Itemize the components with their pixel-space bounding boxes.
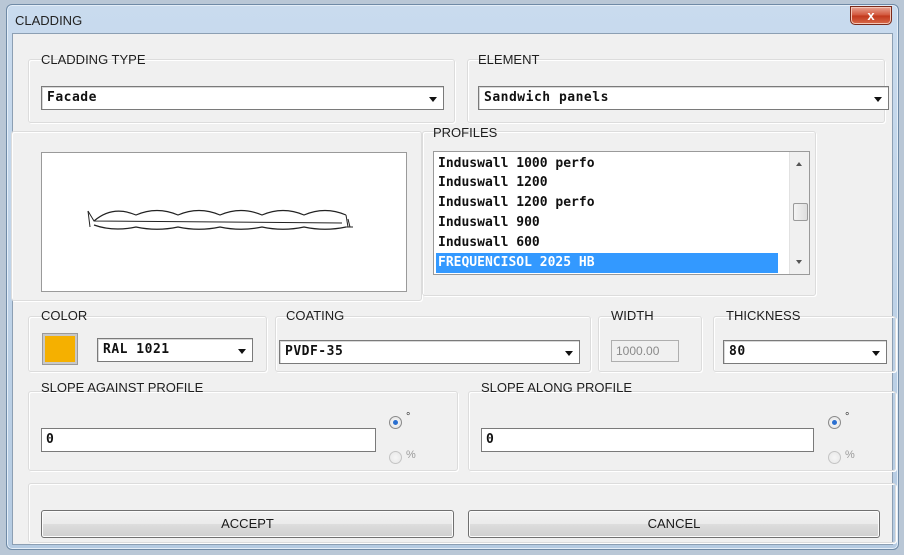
thickness-select[interactable]: 80 [723, 340, 887, 364]
thickness-value: 80 [729, 344, 746, 359]
color-swatch[interactable] [42, 333, 78, 365]
cladding-dialog: CLADDING x CLADDING TYPE Facade ELEMENT … [6, 4, 899, 550]
cladding-type-value: Facade [47, 90, 97, 105]
element-label: ELEMENT [478, 52, 540, 67]
slope-along-input[interactable]: 0 [481, 428, 814, 452]
element-value: Sandwich panels [484, 90, 609, 105]
list-item[interactable]: Induswall 900 [436, 213, 778, 233]
close-button[interactable]: x [850, 6, 892, 25]
accept-button[interactable]: ACCEPT [41, 510, 454, 538]
chevron-down-icon [238, 349, 246, 354]
slope-along-label: SLOPE ALONG PROFILE [481, 380, 632, 395]
profile-section-drawing [87, 209, 353, 230]
slope-against-value: 0 [46, 432, 54, 447]
slope-against-percent-label: % [406, 449, 416, 461]
list-item[interactable]: Induswall 1200 perfo [436, 193, 778, 213]
color-label: COLOR [41, 308, 88, 323]
list-item-selected[interactable]: FREQUENCISOL 2025 HB [436, 253, 778, 273]
slope-against-degree-label: ° [406, 411, 411, 423]
coating-value: PVDF-35 [285, 344, 344, 359]
list-item[interactable]: Induswall 1000 perfo [436, 154, 778, 174]
title-bar[interactable]: CLADDING x [7, 5, 898, 33]
slope-along-value: 0 [486, 432, 494, 447]
slope-along-degree-radio[interactable] [828, 416, 841, 429]
scroll-up-icon[interactable] [796, 162, 802, 166]
width-value: 1000.00 [616, 344, 660, 358]
coating-label: COATING [286, 308, 345, 323]
window-title: CLADDING [15, 13, 83, 28]
slope-against-label: SLOPE AGAINST PROFILE [41, 380, 204, 395]
color-value: RAL 1021 [103, 342, 170, 357]
slope-along-percent-radio[interactable] [828, 451, 841, 464]
thickness-label: THICKNESS [726, 308, 801, 323]
chevron-down-icon [874, 97, 882, 102]
width-field: 1000.00 [611, 340, 679, 362]
slope-against-input[interactable]: 0 [41, 428, 376, 452]
coating-select[interactable]: PVDF-35 [279, 340, 580, 364]
profiles-list[interactable]: Induswall 1000 perfo Induswall 1200 Indu… [433, 151, 810, 275]
width-label: WIDTH [611, 308, 654, 323]
chevron-down-icon [872, 351, 880, 356]
slope-along-degree-label: ° [845, 411, 850, 423]
profiles-scrollbar[interactable] [789, 152, 809, 274]
slope-against-percent-radio[interactable] [389, 451, 402, 464]
color-select[interactable]: RAL 1021 [97, 338, 253, 362]
cladding-type-select[interactable]: Facade [41, 86, 444, 110]
profiles-label: PROFILES [433, 125, 498, 140]
scroll-down-icon[interactable] [796, 260, 802, 264]
dialog-client-area: CLADDING TYPE Facade ELEMENT Sandwich pa… [11, 33, 896, 545]
chevron-down-icon [565, 351, 573, 356]
list-item[interactable]: Induswall 1200 [436, 173, 778, 193]
scrollbar-thumb[interactable] [793, 203, 808, 221]
chevron-down-icon [429, 97, 437, 102]
cladding-type-label: CLADDING TYPE [41, 52, 146, 67]
slope-along-percent-label: % [845, 449, 855, 461]
slope-against-degree-radio[interactable] [389, 416, 402, 429]
element-select[interactable]: Sandwich panels [478, 86, 889, 110]
cancel-button[interactable]: CANCEL [468, 510, 880, 538]
profile-preview [41, 152, 407, 292]
list-item[interactable]: Induswall 600 [436, 233, 778, 253]
